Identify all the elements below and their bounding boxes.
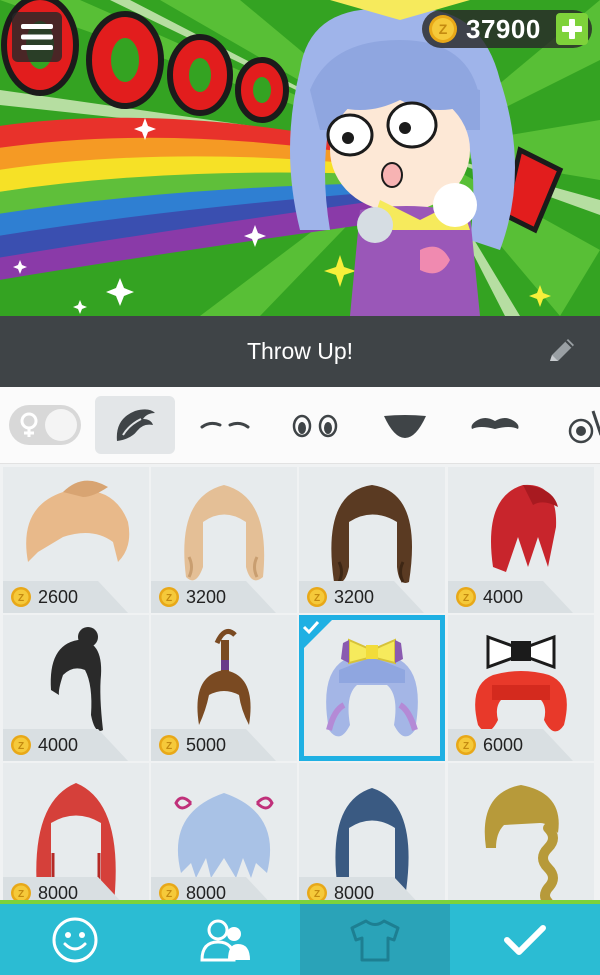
price-label: 4000 xyxy=(483,586,524,607)
hair-item[interactable] xyxy=(448,763,594,900)
price-label: 6000 xyxy=(483,734,524,755)
hair-item[interactable]: Z 8000 xyxy=(3,763,149,900)
price-tag: Z 8000 xyxy=(299,877,424,900)
hair-item[interactable]: Z 2600 xyxy=(3,467,149,613)
category-eyes[interactable] xyxy=(275,396,355,454)
svg-text:Z: Z xyxy=(314,889,320,900)
hair-icon xyxy=(116,409,155,441)
mouth-icon xyxy=(384,415,426,438)
menu-button[interactable] xyxy=(12,12,62,62)
price-label: 3200 xyxy=(186,586,227,607)
hair-item[interactable]: Z 3200 xyxy=(299,467,445,613)
hair-item[interactable]: Z 8000 xyxy=(151,763,297,900)
add-coins-button[interactable] xyxy=(556,13,588,45)
price-tag: Z 4000 xyxy=(448,581,573,613)
svg-text:Z: Z xyxy=(463,741,469,752)
coin-icon: Z xyxy=(307,587,327,607)
price-tag: Z 6000 xyxy=(448,729,573,761)
hair-grid: Z 2600 Z 3200 Z 3200 Z 4000 Z 4000 Z 500… xyxy=(0,464,600,900)
svg-text:Z: Z xyxy=(18,741,24,752)
price-tag: Z 3200 xyxy=(151,581,276,613)
svg-text:Z: Z xyxy=(166,741,172,752)
coin-icon: Z xyxy=(307,883,327,900)
hair-item[interactable]: Z 3200 xyxy=(151,467,297,613)
category-strip xyxy=(0,387,600,464)
toggle-knob xyxy=(45,409,77,441)
shirt-icon xyxy=(350,919,400,961)
eyes-icon xyxy=(292,414,338,438)
people-icon xyxy=(200,919,250,961)
price-label: 2600 xyxy=(38,586,79,607)
hair-item-selected[interactable] xyxy=(299,615,445,761)
svg-text:Z: Z xyxy=(463,593,469,604)
svg-text:Z: Z xyxy=(314,593,320,604)
hair-item[interactable]: Z 6000 xyxy=(448,615,594,761)
mustache-icon xyxy=(471,418,519,429)
price-tag: Z 5000 xyxy=(151,729,276,761)
coin-icon: Z xyxy=(456,587,476,607)
hair-item[interactable]: Z 4000 xyxy=(3,615,149,761)
coin-icon: Z xyxy=(456,735,476,755)
nav-confirm[interactable] xyxy=(450,904,600,975)
title-bar: Throw Up! xyxy=(0,316,600,387)
accessory-icon xyxy=(568,410,600,444)
svg-text:Z: Z xyxy=(439,21,448,37)
female-icon xyxy=(18,412,40,443)
coin-icon: Z xyxy=(159,587,179,607)
nav-clothes[interactable] xyxy=(300,904,450,975)
coin-balance: Z 37900 xyxy=(422,10,592,48)
gender-toggle[interactable] xyxy=(9,405,81,445)
eyebrows-icon xyxy=(200,421,250,429)
hamburger-menu-icon xyxy=(21,24,53,50)
price-label: 8000 xyxy=(38,882,79,901)
category-accessories[interactable] xyxy=(545,396,600,454)
price-label: 3200 xyxy=(334,586,375,607)
price-tag: Z 8000 xyxy=(151,877,276,900)
smiley-icon xyxy=(52,917,98,962)
edit-title-button[interactable] xyxy=(544,335,578,369)
price-label: 8000 xyxy=(186,882,227,901)
category-hair[interactable] xyxy=(95,396,175,454)
price-tag: Z 3200 xyxy=(299,581,424,613)
category-eyebrows[interactable] xyxy=(185,396,265,454)
checkmark-icon xyxy=(504,924,546,955)
category-mouth[interactable] xyxy=(365,396,445,454)
coin-icon: Z xyxy=(429,15,457,43)
svg-text:Z: Z xyxy=(166,593,172,604)
price-tag: Z 2600 xyxy=(3,581,128,613)
coin-icon: Z xyxy=(11,587,31,607)
coin-amount: 37900 xyxy=(466,13,541,44)
category-mustache[interactable] xyxy=(455,396,535,454)
hair-thumbnail xyxy=(484,785,559,900)
coin-icon: Z xyxy=(11,735,31,755)
price-label: 5000 xyxy=(186,734,227,755)
nav-friends[interactable] xyxy=(150,904,300,975)
selected-checkmark-icon xyxy=(299,615,337,653)
svg-text:Z: Z xyxy=(18,889,24,900)
hero-banner: Z 37900 xyxy=(0,0,600,316)
price-label: 4000 xyxy=(38,734,79,755)
pencil-icon xyxy=(550,339,574,361)
plus-icon xyxy=(562,19,582,39)
page-title: Throw Up! xyxy=(246,338,354,364)
price-label: 8000 xyxy=(334,882,375,901)
price-tag: Z 4000 xyxy=(3,729,128,761)
coin-icon: Z xyxy=(11,883,31,900)
bottom-nav xyxy=(0,900,600,975)
nav-face[interactable] xyxy=(0,904,150,975)
svg-text:Z: Z xyxy=(166,889,172,900)
coin-icon: Z xyxy=(159,735,179,755)
coin-icon: Z xyxy=(159,883,179,900)
hair-item[interactable]: Z 8000 xyxy=(299,763,445,900)
hair-item[interactable]: Z 5000 xyxy=(151,615,297,761)
price-tag: Z 8000 xyxy=(3,877,128,900)
svg-text:Z: Z xyxy=(18,593,24,604)
hair-item[interactable]: Z 4000 xyxy=(448,467,594,613)
